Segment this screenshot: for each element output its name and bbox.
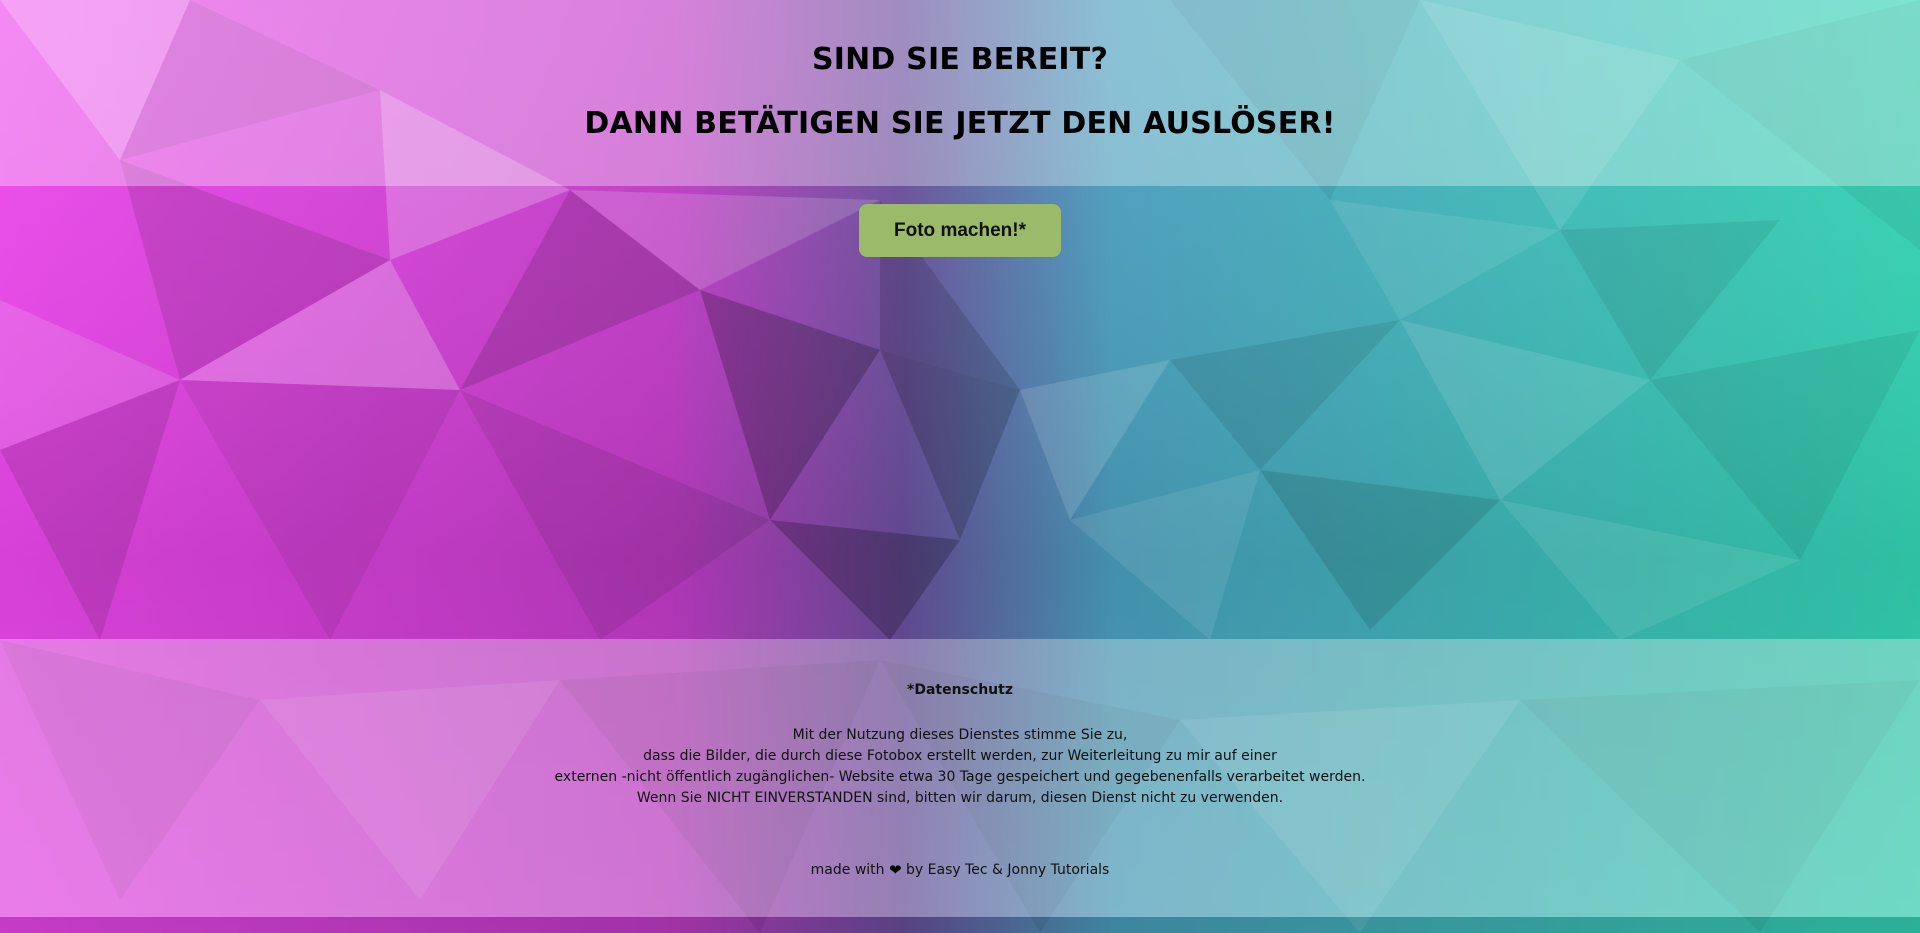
photobox-page: SIND SIE BEREIT? DANN BETÄTIGEN SIE JETZ… [0,0,1920,933]
header-banner: SIND SIE BEREIT? DANN BETÄTIGEN SIE JETZ… [0,0,1920,186]
take-photo-button[interactable]: Foto machen!* [859,204,1061,257]
credits-line: made with ❤ by Easy Tec & Jonny Tutorial… [0,862,1920,878]
privacy-line: Mit der Nutzung dieses Dienstes stimme S… [792,727,1128,743]
privacy-title: *Datenschutz [907,682,1013,698]
headline-ready: SIND SIE BEREIT? [811,42,1109,77]
privacy-text: Mit der Nutzung dieses Dienstes stimme S… [0,725,1920,809]
heart-icon: ❤ [888,861,902,879]
privacy-line: externen -nicht öffentlich zugänglichen-… [554,769,1366,785]
credits-suffix: by Easy Tec & Jonny Tutorials [906,862,1110,878]
privacy-line: dass die Bilder, die durch diese Fotobox… [643,748,1277,764]
privacy-line: Wenn Sie NICHT EINVERSTANDEN sind, bitte… [636,790,1284,806]
credits-prefix: made with [810,862,885,878]
headline-trigger: DANN BETÄTIGEN SIE JETZT DEN AUSLÖSER! [584,106,1336,141]
privacy-footer: *Datenschutz Mit der Nutzung dieses Dien… [0,639,1920,917]
